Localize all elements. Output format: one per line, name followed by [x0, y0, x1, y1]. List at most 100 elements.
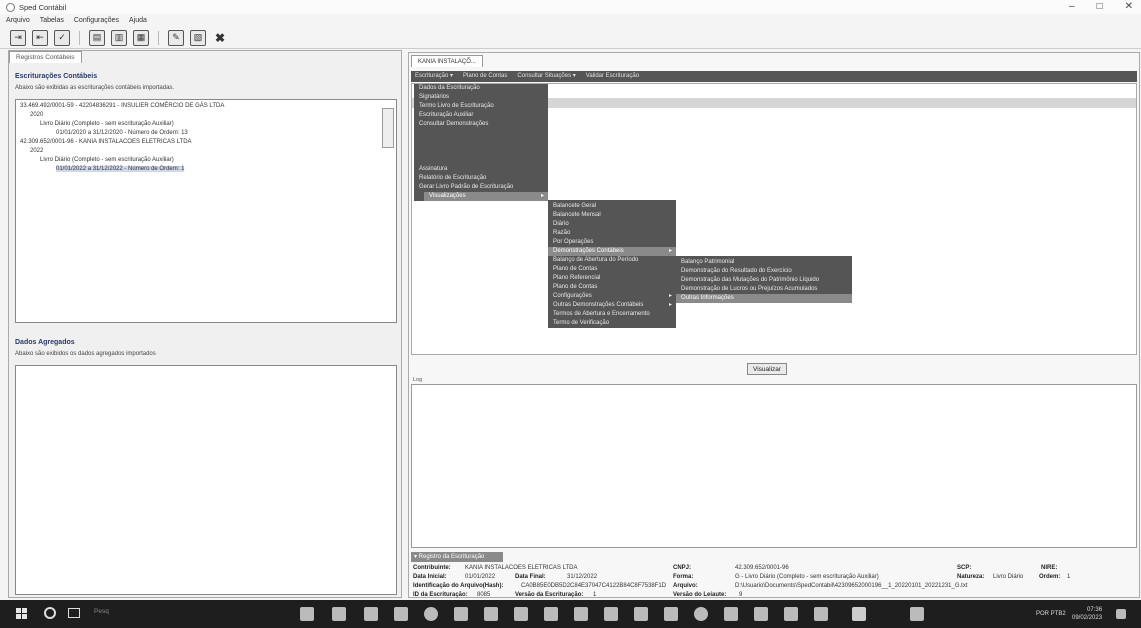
menu-tabelas[interactable]: Tabelas	[40, 17, 64, 24]
tab-kania[interactable]: KANIA INSTALAÇÕ...	[411, 55, 483, 67]
sped-app-icon[interactable]	[852, 607, 866, 621]
demonstracoes-submenu: Balanço Patrimonial Demonstração do Resu…	[676, 256, 852, 303]
clock-date: 09/02/2023	[1072, 615, 1103, 621]
tab-registros-contabeis[interactable]: Registros Contábeis	[9, 51, 82, 63]
tree-item-book[interactable]: Livro Diário (Completo - sem escrituraçã…	[40, 157, 174, 163]
cnpj-value: 42.309.652/0001-96	[735, 565, 789, 571]
hash-label: Identificação do Arquivo(Hash):	[413, 583, 504, 589]
export-icon[interactable]: ⇤	[32, 29, 48, 46]
menu-item[interactable]: Razão	[548, 229, 676, 238]
import-icon[interactable]: ⇥	[10, 29, 26, 46]
app-icon[interactable]	[514, 607, 528, 621]
app-icon[interactable]	[544, 607, 558, 621]
menu-ajuda[interactable]: Ajuda	[129, 17, 147, 24]
menu-item[interactable]: Relatório de Escrituração	[414, 174, 548, 183]
tree-item-period-selected[interactable]: 01/01/2022 a 31/12/2022 - Número de Orde…	[56, 166, 185, 172]
tree-item-company[interactable]: 42.309.652/0001-96 - KANIA INSTALACOES E…	[20, 139, 192, 145]
app-icon[interactable]	[484, 607, 498, 621]
windows-start-icon[interactable]	[16, 608, 27, 619]
registro-escrituracao-header[interactable]: ▾ Registro da Escrituração	[411, 552, 503, 562]
app-icon[interactable]	[300, 607, 314, 621]
app-icon[interactable]	[814, 607, 828, 621]
tree-item-period[interactable]: 01/01/2020 a 31/12/2020 - Número de Orde…	[56, 130, 188, 136]
notification-icon[interactable]	[1116, 609, 1126, 619]
language-indicator[interactable]: POR PTB2	[1036, 610, 1066, 618]
menu-separator	[414, 129, 548, 165]
menu-item[interactable]: Demonstração do Resultado do Exercício	[676, 267, 852, 276]
maximize-button[interactable]: □	[1097, 1, 1103, 12]
scp-label: SCP:	[957, 565, 972, 571]
tree-item-year[interactable]: 2020	[30, 112, 43, 118]
minimize-button[interactable]: –	[1069, 1, 1075, 12]
menu-item[interactable]: Outras Demonstrações Contábeis	[548, 301, 676, 310]
nav-validar[interactable]: Validar Escrituração	[586, 71, 639, 82]
menu-item[interactable]: Configurações	[548, 292, 676, 301]
nav-plano-contas[interactable]: Plano de Contas	[463, 71, 507, 82]
menu-item[interactable]: Plano Referencial	[548, 274, 676, 283]
taskbar-search-text[interactable]: Pesq	[94, 608, 109, 615]
menu-item[interactable]: Balanço de Abertura do Período	[548, 256, 676, 265]
book-icon[interactable]: ▦	[133, 29, 149, 46]
app-icon[interactable]	[634, 607, 648, 621]
visualizar-button[interactable]: Visualizar	[747, 363, 788, 375]
app-icon[interactable]	[754, 607, 768, 621]
tree-item-year[interactable]: 2022	[30, 148, 43, 154]
close-window-button[interactable]: ✕	[1125, 1, 1133, 12]
nire-label: NIRE:	[1041, 565, 1058, 571]
section-escrituracoes-title[interactable]: Escriturações Contábeis	[15, 73, 97, 80]
menu-arquivo[interactable]: Arquivo	[6, 17, 30, 24]
menu-item[interactable]: Consultar Demonstrações	[414, 120, 548, 129]
app-icon[interactable]	[394, 607, 408, 621]
menu-item[interactable]: Demonstração das Mutações do Patrimônio …	[676, 276, 852, 285]
app-icon[interactable]	[364, 607, 378, 621]
print-icon[interactable]: ▥	[111, 29, 127, 46]
chrome-icon[interactable]	[694, 607, 708, 621]
menu-item[interactable]: Demonstração de Lucros ou Prejuízos Acum…	[676, 285, 852, 294]
menu-item[interactable]: Dados da Escrituração	[414, 84, 548, 93]
app-icon[interactable]	[604, 607, 618, 621]
menu-item-outras-informacoes[interactable]: Outras Informações	[676, 294, 852, 303]
menu-item-visualizacoes[interactable]: Visualizações	[424, 192, 548, 201]
app-icon[interactable]	[664, 607, 678, 621]
nav-consultar-situacoes[interactable]: Consultar Situações ▾	[517, 71, 575, 82]
app-icon[interactable]	[454, 607, 468, 621]
menu-item[interactable]: Assinatura	[414, 165, 548, 174]
edit-icon[interactable]: ✎	[168, 29, 184, 46]
menu-item-demonstracoes[interactable]: Demonstrações Contábeis	[548, 247, 676, 256]
menu-item[interactable]: Gerar Livro Padrão de Escrituração	[414, 183, 548, 192]
search-icon[interactable]	[44, 607, 56, 619]
close-icon[interactable]: ✖	[212, 30, 228, 46]
nav-escrituracao[interactable]: Escrituração ▾	[415, 71, 453, 82]
menu-item[interactable]: Por Operações	[548, 238, 676, 247]
menu-item[interactable]: Balancete Mensal	[548, 211, 676, 220]
window-title: Sped Contábil	[19, 2, 67, 12]
menu-item[interactable]: Balanço Patrimonial	[676, 258, 852, 267]
app-icon[interactable]	[910, 607, 924, 621]
app-icon[interactable]	[332, 607, 346, 621]
clock[interactable]: 07:36 09/02/2023	[1072, 606, 1102, 622]
menu-item[interactable]: Plano de Contas	[548, 283, 676, 292]
menu-item[interactable]: Escrituração Auxiliar	[414, 111, 548, 120]
menu-item[interactable]: Signatários	[414, 93, 548, 102]
tree-item-company[interactable]: 33.469.492/0001-59 - 42204836291 - INSUL…	[20, 103, 224, 109]
edge-browser-icon[interactable]	[424, 607, 438, 621]
escrituracoes-tree: 33.469.492/0001-59 - 42204836291 - INSUL…	[15, 99, 397, 323]
section-dados-agregados-title[interactable]: Dados Agregados	[15, 339, 75, 346]
save-icon[interactable]: ▤	[89, 29, 105, 46]
menu-configuracoes[interactable]: Configurações	[74, 17, 119, 24]
side-legend-tab[interactable]	[382, 108, 394, 148]
menu-item[interactable]: Balancete Geral	[548, 202, 676, 211]
report-icon[interactable]: ▧	[190, 29, 206, 46]
app-icon[interactable]	[784, 607, 798, 621]
menu-item[interactable]: Termos de Abertura e Encerramento	[548, 310, 676, 319]
tree-item-book[interactable]: Livro Diário (Completo - sem escrituraçã…	[40, 121, 174, 127]
menu-item[interactable]: Termo Livro de Escrituração	[414, 102, 548, 111]
app-icon[interactable]	[724, 607, 738, 621]
menu-item[interactable]: Plano de Contas	[548, 265, 676, 274]
task-view-icon[interactable]	[68, 608, 80, 618]
menu-item[interactable]: Diário	[548, 220, 676, 229]
validate-icon[interactable]: ✓	[54, 29, 70, 46]
menu-item[interactable]: Termo de Verificação	[548, 319, 676, 328]
app-icon[interactable]	[574, 607, 588, 621]
natureza-label: Natureza:	[957, 574, 985, 580]
